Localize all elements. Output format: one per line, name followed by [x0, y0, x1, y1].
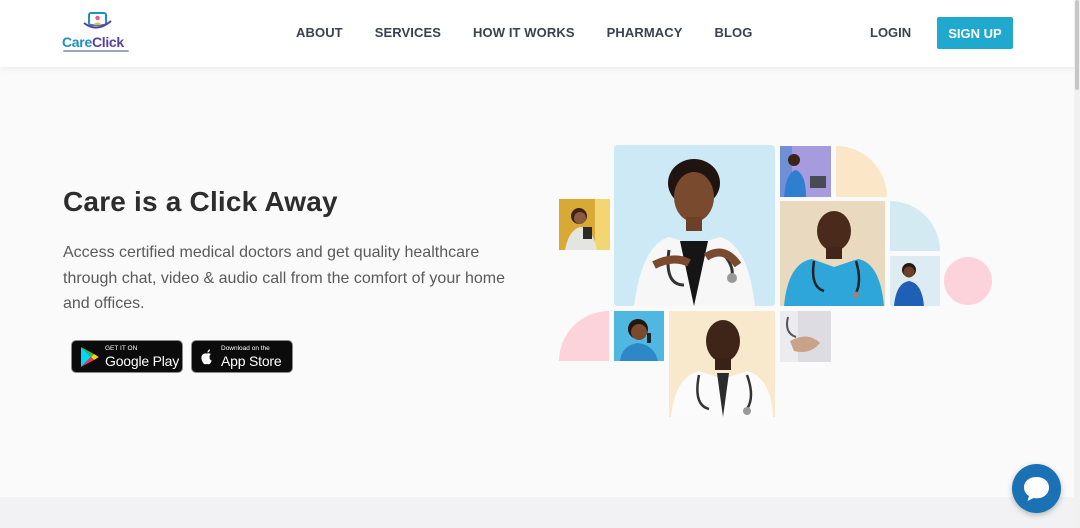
photo-male-nurse	[780, 201, 885, 306]
apple-icon	[201, 349, 212, 365]
deco-quarter-pink	[559, 311, 609, 361]
photo-woman-headset	[614, 311, 664, 361]
photo-nurse-blue-art	[890, 256, 940, 306]
nav-how-it-works[interactable]: HOW IT WORKS	[473, 25, 575, 40]
nav-blog[interactable]: BLOG	[715, 25, 753, 40]
nav-pharmacy[interactable]: PHARMACY	[607, 25, 683, 40]
login-link[interactable]: LOGIN	[870, 25, 911, 40]
navbar: CareClick ABOUT SERVICES HOW IT WORKS PH…	[0, 0, 1080, 67]
chat-widget-button[interactable]	[1012, 464, 1061, 513]
hero-description: Access certified medical doctors and get…	[63, 244, 506, 312]
photo-female-doctor	[614, 145, 775, 306]
logo-wordmark: CareClick	[62, 34, 124, 50]
photo-male-doctor-art	[669, 311, 775, 417]
deco-circle-pink	[944, 257, 992, 305]
deco-quarter-beige	[836, 146, 887, 197]
google-play-small-text: GET IT ON	[105, 345, 138, 352]
careclick-logo[interactable]: CareClick	[62, 11, 132, 55]
nav-about[interactable]: ABOUT	[296, 25, 343, 40]
nav-services[interactable]: SERVICES	[375, 25, 441, 40]
page-scrollbar[interactable]	[1074, 0, 1080, 528]
google-play-icon	[81, 347, 99, 367]
photo-nurse-laptop	[780, 146, 831, 197]
app-store-label: App Store	[221, 353, 282, 369]
scrollbar-thumb[interactable]	[1075, 0, 1079, 90]
app-store-small-text: Download on the	[221, 345, 270, 352]
logo-text-care: Care	[62, 34, 92, 50]
next-section-band	[0, 497, 1074, 528]
photo-male-nurse-art	[780, 201, 885, 306]
google-play-label: Google Play	[105, 353, 180, 369]
photo-male-doctor	[669, 311, 775, 417]
logo-text-click: Click	[91, 34, 124, 50]
photo-female-doctor-art	[614, 145, 775, 306]
photo-stethoscope	[780, 311, 831, 362]
signup-button[interactable]: SIGN UP	[937, 17, 1013, 49]
photo-stethoscope-art	[780, 311, 831, 362]
photo-nurse-blue	[890, 256, 940, 306]
photo-woman-phone	[559, 199, 610, 250]
photo-nurse-laptop-art	[780, 146, 831, 197]
app-store-button[interactable]: Download on the App Store	[191, 340, 293, 373]
logo-tagline	[63, 50, 129, 52]
google-play-button[interactable]: GET IT ON Google Play	[71, 340, 183, 373]
nav-links: ABOUT SERVICES HOW IT WORKS PHARMACY BLO…	[296, 25, 784, 40]
photo-woman-headset-art	[614, 311, 664, 361]
chat-bubble-icon	[1024, 477, 1049, 501]
hero-title: Care is a Click Away	[63, 186, 338, 217]
photo-woman-phone-art	[559, 199, 610, 250]
deco-quarter-blue	[890, 201, 940, 251]
logo-mark-icon	[83, 12, 112, 29]
